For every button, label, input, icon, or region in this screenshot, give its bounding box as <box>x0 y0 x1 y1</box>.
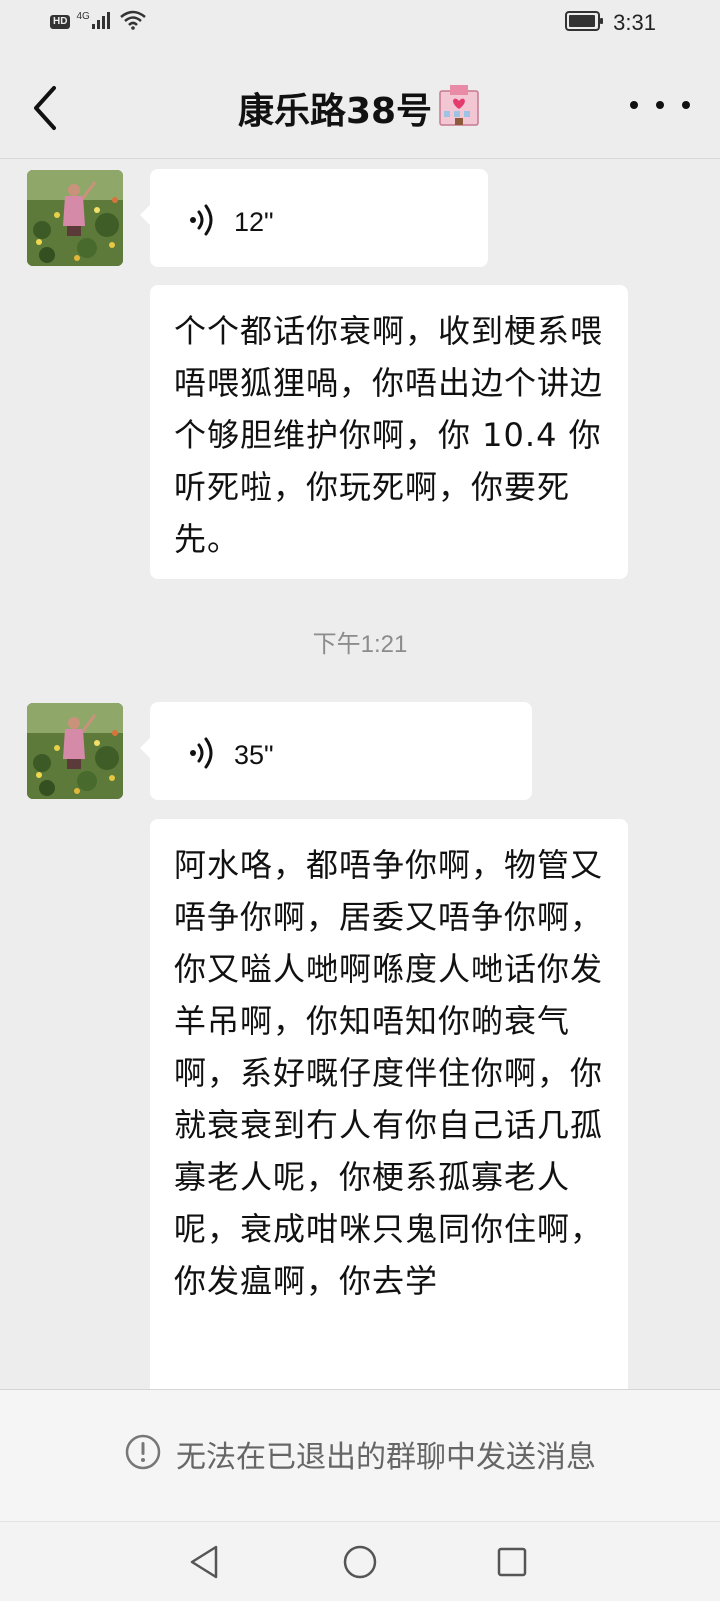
timestamp: 下午1:21 <box>312 631 408 658</box>
more-dot <box>682 101 690 109</box>
network-type: 4G <box>76 10 90 22</box>
nav-home-circle-icon <box>343 1545 377 1579</box>
voice-inner: 12" <box>188 203 274 241</box>
chat-title: 康乐路38号 <box>237 91 433 132</box>
status-bar: HD 4G 3:31 <box>0 0 720 48</box>
voice-wave-icon <box>188 203 218 241</box>
text-message[interactable]: 阿水咯，都唔争你啊，物管又唔争你啊，居委又唔争你啊，你又嗌人哋啊喺度人哋话你发羊… <box>150 819 628 1389</box>
voice-duration: 35" <box>234 739 274 770</box>
message-text: 个个都话你衰啊，收到梗系喂唔喂狐狸喎，你唔出边个讲边个够胆维护你啊，你 10.4… <box>174 312 604 558</box>
voice-message[interactable]: 35" <box>140 702 532 800</box>
nav-recents-button[interactable] <box>490 1540 534 1584</box>
voice-wave-icon <box>188 736 218 774</box>
signal-icon <box>91 11 114 33</box>
status-right: 3:31 <box>565 10 656 36</box>
nav-home-button[interactable] <box>338 1540 382 1584</box>
avatar[interactable] <box>27 170 123 266</box>
nav-back-triangle-icon <box>190 1545 218 1579</box>
avatar[interactable] <box>27 703 123 799</box>
wifi-icon <box>119 10 146 34</box>
more-dot <box>630 101 638 109</box>
text-message[interactable]: 个个都话你衰啊，收到梗系喂唔喂狐狸喎，你唔出边个讲边个够胆维护你啊，你 10.4… <box>150 285 628 579</box>
voice-duration: 12" <box>234 206 274 237</box>
info-circle-icon <box>124 1433 162 1475</box>
status-time: 3:31 <box>613 10 656 35</box>
status-left: HD 4G <box>50 10 146 34</box>
avatar-photo <box>27 703 123 799</box>
chat-header: 康乐路38号 <box>0 58 720 158</box>
chat-area[interactable]: 12" 个个都话你衰啊，收到梗系喂唔喂狐狸喎，你唔出边个讲边个够胆维护你啊，你 … <box>0 159 720 1389</box>
avatar-photo <box>27 170 123 266</box>
nav-recents-square-icon <box>497 1547 527 1577</box>
hd-badge: HD <box>50 15 71 29</box>
voice-inner: 35" <box>188 736 274 774</box>
more-button[interactable] <box>630 90 690 120</box>
voice-message[interactable]: 12" <box>140 169 488 267</box>
nav-back-button[interactable] <box>182 1540 226 1584</box>
notice-inner: 无法在已退出的群聊中发送消息 <box>0 1432 720 1476</box>
more-dot <box>656 101 664 109</box>
title-wrap: 康乐路38号 <box>0 82 720 134</box>
system-nav-bar <box>0 1521 720 1601</box>
notice-bar: 无法在已退出的群聊中发送消息 <box>0 1389 720 1522</box>
battery-icon <box>565 10 605 36</box>
love-hotel-icon <box>436 83 482 133</box>
message-text: 阿水咯，都唔争你啊，物管又唔争你啊，居委又唔争你啊，你又嗌人哋啊喺度人哋话你发羊… <box>174 846 604 1300</box>
notice-text: 无法在已退出的群聊中发送消息 <box>176 1440 596 1475</box>
